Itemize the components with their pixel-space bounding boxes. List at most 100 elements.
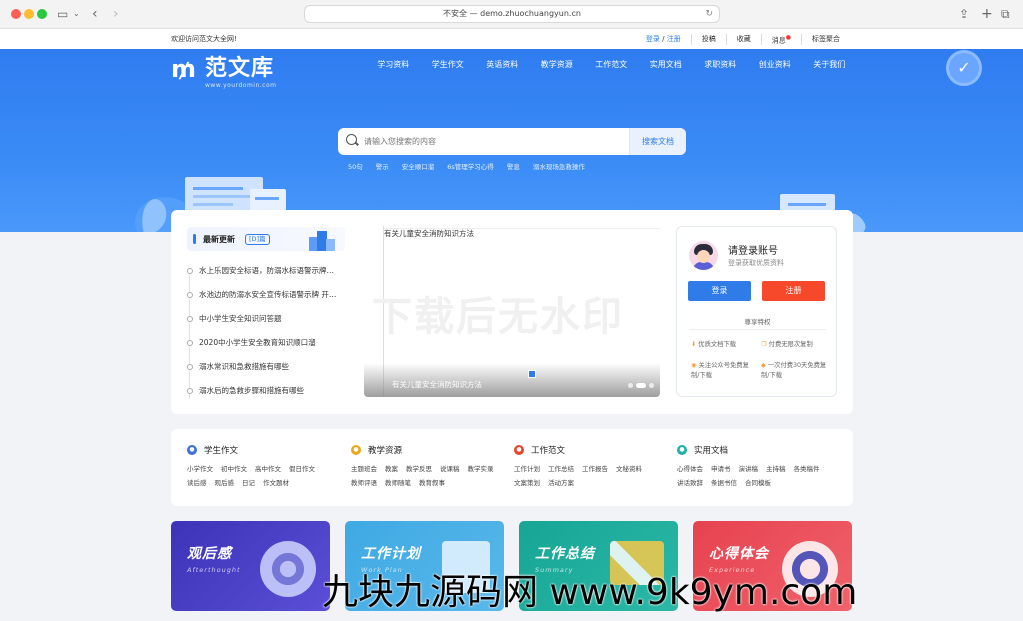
register-button[interactable]: 注册: [762, 281, 825, 301]
tile-title: 心得体会: [709, 546, 769, 562]
hot-tag[interactable]: 警示: [376, 161, 389, 171]
categories-card: ● 学生作文 小学作文 初中作文 高中作文 假日作文读后感 观后感 日记 作文题材 ● 教学…: [171, 429, 853, 506]
latest-item[interactable]: 中小学生安全知识问答题: [187, 307, 357, 331]
category-link[interactable]: 工作报告: [582, 462, 608, 476]
latest-item[interactable]: 水上乐园安全标语，防溺水标语警示牌…: [187, 259, 357, 283]
hot-tag[interactable]: 50句: [348, 161, 363, 171]
buildings-icon: [309, 231, 335, 251]
category-link[interactable]: 教案: [385, 462, 398, 476]
category-link[interactable]: 小学作文: [187, 462, 213, 476]
perk-item: ❐ 付费无限次复制: [761, 340, 827, 350]
slider-dot[interactable]: [649, 383, 654, 388]
category-link[interactable]: 观后感: [215, 476, 235, 490]
nav-item[interactable]: 创业资料: [748, 59, 803, 70]
share-icon[interactable]: ⇪: [959, 5, 969, 23]
slider-dots: [628, 383, 654, 388]
close-window-button[interactable]: [11, 9, 21, 19]
top-bar: 欢迎访问范文大全网! 登录 / 注册 投稿 收藏 消息● 标签聚合: [0, 29, 1023, 49]
nav-item[interactable]: 教学资源: [530, 59, 585, 70]
category-link[interactable]: 心得体会: [677, 462, 703, 476]
latest-title: 最新更新: [203, 235, 235, 244]
category-link[interactable]: 各类稿件: [794, 462, 820, 476]
nav-item[interactable]: 学生作文: [421, 59, 476, 70]
nav-item[interactable]: 工作范文: [584, 59, 639, 70]
category-link[interactable]: 文案策划: [514, 476, 540, 490]
reload-icon[interactable]: ↻: [705, 6, 713, 22]
top-login-link[interactable]: 登录: [646, 35, 660, 43]
new-tab-icon[interactable]: +: [981, 5, 993, 23]
nav-item[interactable]: 关于我们: [802, 59, 857, 70]
latest-item[interactable]: 水池边的防溺水安全宣传标语警示牌 开…: [187, 283, 357, 307]
latest-item[interactable]: 2020中小学生安全教育知识顺口溜: [187, 331, 357, 355]
category-link[interactable]: 教师随笔: [385, 476, 411, 490]
category-link[interactable]: 条据书信: [711, 476, 737, 490]
search-button[interactable]: 搜索文档: [629, 128, 686, 155]
category-link[interactable]: 活动方案: [548, 476, 574, 490]
messages-link[interactable]: 消息●: [760, 34, 801, 46]
category-link[interactable]: 作文题材: [263, 476, 289, 490]
hot-tag[interactable]: 警息: [507, 161, 520, 171]
category-link[interactable]: 教学实录: [468, 462, 494, 476]
forward-icon[interactable]: ›: [113, 5, 119, 23]
top-register-link[interactable]: 注册: [667, 35, 681, 43]
divider: [689, 329, 826, 330]
tile-title: 工作计划: [361, 546, 421, 562]
slider-dot-active[interactable]: [636, 383, 646, 388]
category-link[interactable]: 读后感: [187, 476, 207, 490]
maximize-window-button[interactable]: [37, 9, 47, 19]
site-logo[interactable]: ₥ 范文库 www.yourdomin.com: [171, 55, 296, 89]
login-button[interactable]: 登录: [688, 281, 751, 301]
slider-dot[interactable]: [628, 383, 633, 388]
tags-link[interactable]: 标签聚合: [801, 34, 850, 46]
category-link[interactable]: 教学反思: [406, 462, 432, 476]
minimize-window-button[interactable]: [24, 9, 34, 19]
category-link[interactable]: 假日作文: [289, 462, 315, 476]
category-link[interactable]: 高中作文: [255, 462, 281, 476]
slide-caption[interactable]: 有关儿童安全消防知识方法: [392, 379, 482, 390]
category-link[interactable]: 主持稿: [766, 462, 786, 476]
category-link[interactable]: 教育叙事: [419, 476, 445, 490]
nav-item[interactable]: 学习资料: [366, 59, 421, 70]
category-icon: ●: [677, 445, 687, 455]
category-link[interactable]: 演讲稿: [739, 462, 759, 476]
tabs-overview-icon[interactable]: ⧉: [1001, 5, 1010, 23]
back-icon[interactable]: ‹: [92, 5, 98, 23]
image-slider[interactable]: 有关儿童安全消防知识方法 下载后无水印 有关儿童安全消防知识方法: [364, 226, 660, 397]
category-title[interactable]: 教学资源: [368, 444, 402, 456]
slash-text: /: [662, 35, 665, 43]
nav-item[interactable]: 求职资料: [693, 59, 748, 70]
category-student-essays: ● 学生作文 小学作文 初中作文 高中作文 假日作文读后感 观后感 日记 作文题材: [187, 443, 347, 490]
tile-afterthought[interactable]: 观后感 Afterthought: [171, 521, 330, 611]
latest-item[interactable]: 溺水常识和急救措施有哪些: [187, 355, 357, 379]
category-link[interactable]: 教师评语: [351, 476, 377, 490]
chevron-down-icon[interactable]: ⌄: [73, 5, 80, 23]
category-link[interactable]: 说课稿: [440, 462, 460, 476]
login-panel: 请登录账号 登录获取优质资料 登录 注册 尊享特权 ⬇ 优质文档下载 ❐ 付费无限次…: [676, 226, 837, 397]
category-title[interactable]: 实用文档: [694, 444, 728, 456]
category-link[interactable]: 工作总结: [548, 462, 574, 476]
favorites-link[interactable]: 收藏: [725, 34, 761, 46]
search-input[interactable]: [364, 128, 624, 155]
submit-link[interactable]: 投稿: [690, 34, 726, 46]
nav-item[interactable]: 英语资料: [475, 59, 530, 70]
category-link[interactable]: 主题班会: [351, 462, 377, 476]
hot-tag[interactable]: 溺水现场急救操作: [533, 161, 585, 171]
category-link[interactable]: 工作计划: [514, 462, 540, 476]
category-link[interactable]: 合同模板: [745, 476, 771, 490]
vip-title: 尊享特权: [744, 318, 771, 326]
category-link[interactable]: 讲话致辞: [677, 476, 703, 490]
nav-item[interactable]: 实用文档: [639, 59, 694, 70]
slide-caption-bar: 有关儿童安全消防知识方法: [364, 363, 660, 397]
hot-tag[interactable]: 6s管理学习心得: [447, 161, 494, 171]
category-link[interactable]: 日记: [242, 476, 255, 490]
hot-tag[interactable]: 安全顺口溜: [402, 161, 435, 171]
category-link[interactable]: 初中作文: [221, 462, 247, 476]
latest-item[interactable]: 溺水后的急救步骤和措施有哪些: [187, 379, 357, 403]
category-title[interactable]: 工作范文: [531, 444, 565, 456]
category-title[interactable]: 学生作文: [204, 444, 238, 456]
sidebar-icon[interactable]: ▭: [57, 5, 68, 23]
category-link[interactable]: 文秘资料: [616, 462, 642, 476]
accent-bar: [193, 234, 196, 244]
category-link[interactable]: 申请书: [711, 462, 731, 476]
url-bar[interactable]: 不安全 — demo.zhuochuangyun.cn ↻: [304, 5, 720, 23]
